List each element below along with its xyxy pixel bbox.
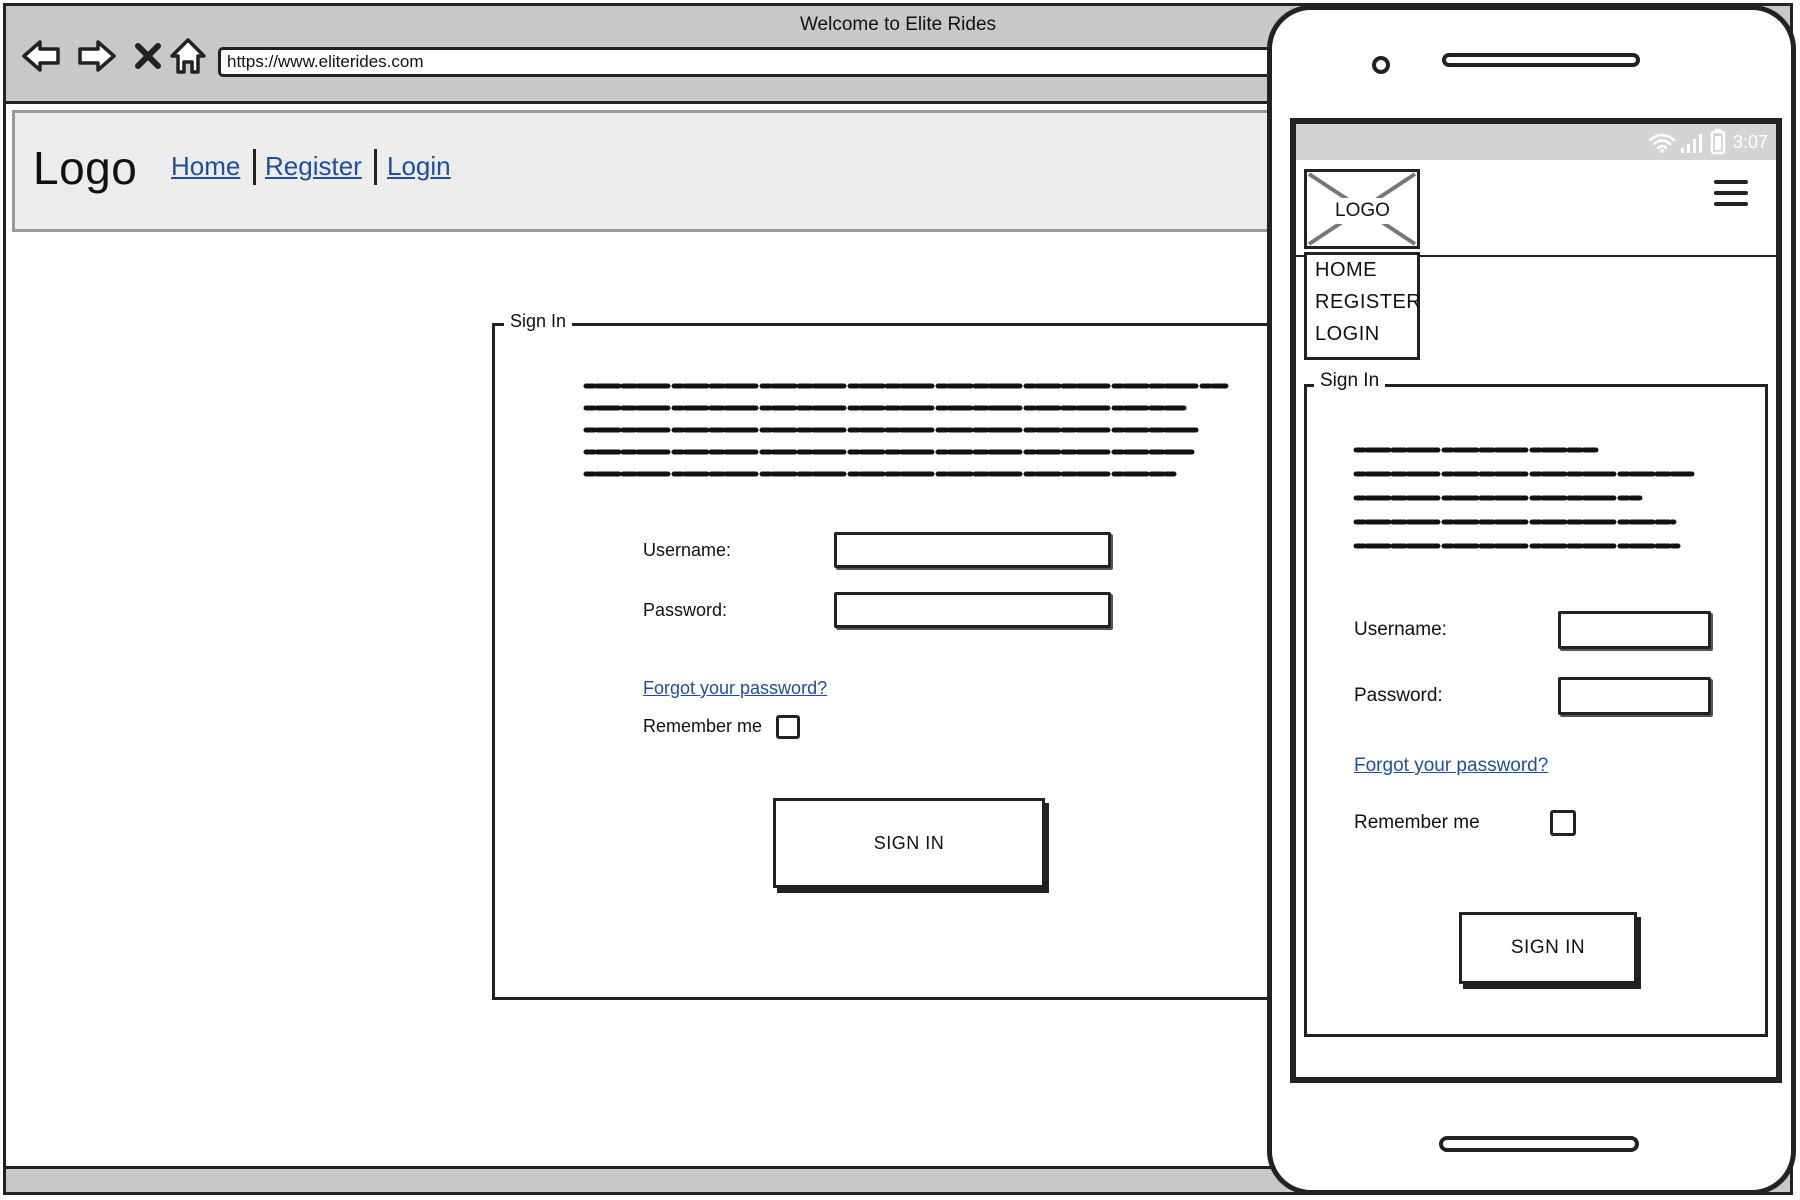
mobile-nav-register[interactable]: REGISTER bbox=[1315, 291, 1421, 314]
forward-arrow-icon[interactable] bbox=[74, 34, 118, 78]
mobile-placeholder-text-block bbox=[1353, 447, 1695, 549]
signin-button[interactable]: SIGN IN bbox=[773, 798, 1045, 888]
mobile-device: 3:07 LOGO HOME REGISTER LOGIN Sign In Us… bbox=[1267, 5, 1796, 1195]
wifi-icon bbox=[1648, 133, 1676, 153]
front-camera bbox=[1372, 56, 1390, 74]
mobile-forgot-password-link[interactable]: Forgot your password? bbox=[1354, 755, 1548, 777]
earpiece-speaker bbox=[1442, 53, 1640, 67]
nav-register-link[interactable]: Register bbox=[265, 151, 362, 182]
password-label: Password: bbox=[643, 600, 728, 620]
mobile-nav-home[interactable]: HOME bbox=[1315, 259, 1377, 282]
mobile-clock: 3:07 bbox=[1732, 132, 1768, 152]
mobile-screen: 3:07 LOGO HOME REGISTER LOGIN Sign In Us… bbox=[1290, 118, 1782, 1083]
mobile-password-input[interactable] bbox=[1558, 677, 1711, 715]
mobile-remember-me-checkbox[interactable] bbox=[1550, 810, 1576, 836]
username-label: Username: bbox=[643, 540, 732, 560]
mobile-username-label: Username: bbox=[1354, 619, 1447, 640]
placeholder-text-block bbox=[583, 383, 1229, 477]
site-logo: Logo bbox=[33, 142, 138, 194]
mobile-signin-button[interactable]: SIGN IN bbox=[1459, 912, 1637, 984]
battery-icon bbox=[1710, 129, 1726, 155]
username-input[interactable] bbox=[834, 532, 1111, 568]
forgot-password-link[interactable]: Forgot your password? bbox=[643, 678, 827, 699]
mobile-logo-text: LOGO bbox=[1329, 198, 1396, 224]
back-arrow-icon[interactable] bbox=[20, 34, 64, 78]
password-input[interactable] bbox=[834, 592, 1111, 628]
nav-divider bbox=[374, 149, 377, 185]
signal-icon bbox=[1681, 134, 1702, 153]
mobile-status-bar: 3:07 bbox=[1296, 124, 1776, 160]
home-button[interactable] bbox=[1439, 1136, 1639, 1152]
hamburger-menu-icon[interactable] bbox=[1714, 176, 1748, 210]
close-icon[interactable] bbox=[126, 34, 170, 78]
home-icon[interactable] bbox=[166, 34, 210, 78]
mobile-nav-login[interactable]: LOGIN bbox=[1315, 323, 1380, 346]
nav-divider bbox=[253, 149, 256, 185]
mobile-signin-legend: Sign In bbox=[1314, 370, 1386, 392]
signin-legend: Sign In bbox=[504, 311, 573, 332]
mobile-nav-menu: HOME REGISTER LOGIN bbox=[1304, 252, 1421, 360]
mobile-password-label: Password: bbox=[1354, 685, 1443, 706]
mobile-remember-me-label: Remember me bbox=[1354, 812, 1480, 833]
mobile-logo-placeholder: LOGO bbox=[1304, 169, 1420, 249]
nav-home-link[interactable]: Home bbox=[171, 151, 240, 182]
remember-me-checkbox[interactable] bbox=[776, 715, 800, 739]
mobile-username-input[interactable] bbox=[1558, 611, 1711, 649]
remember-me-label: Remember me bbox=[643, 716, 763, 736]
nav-login-link[interactable]: Login bbox=[387, 151, 451, 182]
